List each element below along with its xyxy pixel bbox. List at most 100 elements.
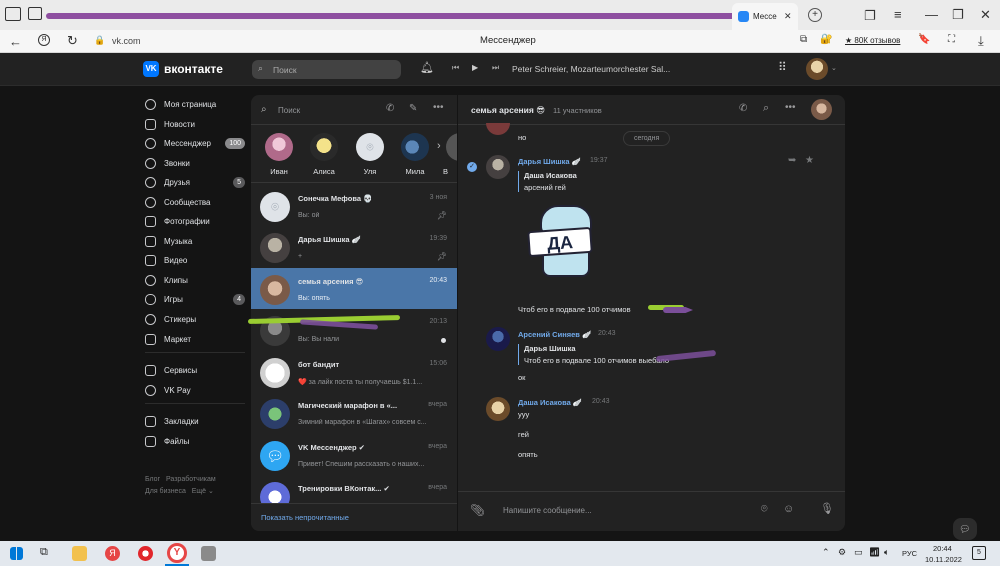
play-icon[interactable]: ▶ (472, 63, 478, 72)
message-author[interactable]: Даша Исакова 🪽 (518, 398, 582, 407)
compose-icon[interactable]: ✎ (409, 103, 417, 114)
notifications-bell-icon[interactable]: 🔔︎ (420, 61, 434, 74)
reply-quote[interactable]: Даша Исакова арсений гей (518, 171, 577, 192)
vk-logo-icon[interactable]: VK (143, 61, 159, 77)
nav-bookmarks[interactable]: Закладки (145, 412, 245, 430)
chat-title[interactable]: семья арсения 😎 (471, 105, 545, 116)
avatar[interactable] (486, 155, 510, 179)
yandex-icon[interactable]: Я (105, 546, 120, 561)
restore-icon[interactable]: ❐ (952, 8, 964, 21)
tray-chevron-icon[interactable]: ⌃ (822, 547, 830, 558)
reviews-link[interactable]: ★ 80К отзывов (845, 36, 900, 45)
nav-games[interactable]: Игры 4 (145, 290, 245, 308)
story-mila[interactable]: Мила (397, 133, 433, 176)
chat-row-bot-bandit[interactable]: бот бандит 15:06 ❤️ за лайк поста ты пол… (251, 351, 457, 392)
bookmark-page-icon[interactable]: 🔖 (918, 35, 930, 45)
show-unread-link[interactable]: Показать непрочитанные (261, 513, 349, 522)
avatar[interactable] (486, 397, 510, 421)
reply-quote[interactable]: Дарья Шишка Чтоб его в подвале 100 отчим… (518, 344, 669, 365)
next-track-icon[interactable]: ⏭ (492, 63, 499, 73)
other-tabs-strip[interactable] (46, 13, 736, 19)
header-search[interactable]: ⌕ Поиск (252, 60, 401, 79)
footer-blog-link[interactable]: Блог (145, 476, 160, 483)
microphone-icon[interactable]: 🎙︎ (820, 502, 834, 515)
nav-stickers[interactable]: Стикеры (145, 310, 245, 328)
chat-row-darya[interactable]: Дарья Шишка 🪽 19:39 + 📌︎ (251, 226, 457, 267)
chat-avatar[interactable] (811, 99, 832, 120)
new-tab-group-icon[interactable] (28, 7, 42, 20)
selected-check-icon[interactable]: ✓ (467, 162, 477, 172)
notification-center-icon[interactable]: 5 (972, 546, 986, 560)
nav-music[interactable]: Музыка (145, 232, 245, 250)
tray-app-icon[interactable]: ⚙ (838, 547, 846, 558)
more-icon[interactable]: ••• (785, 102, 796, 113)
menu-icon[interactable]: ≡ (894, 8, 902, 21)
chat-row-hidden[interactable]: 20:13 Вы: Вы нали (251, 309, 457, 350)
yandex-browser-icon[interactable]: Y (167, 543, 187, 563)
chat-row-marathon[interactable]: Магический марафон в «... вчера Зимний м… (251, 392, 457, 433)
star-icon[interactable]: ★ (805, 155, 814, 166)
message-input[interactable]: Напишите сообщение... (503, 506, 592, 515)
url-text[interactable]: vk.com (112, 36, 141, 46)
close-tab-icon[interactable]: ✕ (784, 11, 792, 22)
chat-row-vk-messenger[interactable]: 💬︎ VK Мессенджер ✔ вчера Привет! Спешим … (251, 434, 457, 475)
chevron-down-icon[interactable]: ⌄ (831, 64, 837, 72)
player-track-title[interactable]: Peter Schreier, Mozarteumorchester Sal..… (512, 64, 670, 74)
vk-logo-text[interactable]: вконтакте (164, 62, 223, 76)
nav-video[interactable]: Видео (145, 251, 245, 269)
nav-communities[interactable]: Сообщества (145, 193, 245, 211)
search-icon[interactable]: ⌕ (763, 102, 769, 115)
reply-icon[interactable]: ➥ (788, 155, 796, 166)
call-icon[interactable]: ✆ (739, 103, 747, 114)
nav-calls[interactable]: Звонки (145, 154, 245, 172)
nav-vkpay[interactable]: VK Pay (145, 381, 245, 399)
bookmarks-icon[interactable]: ❐ (864, 9, 876, 22)
camera-icon[interactable]: ⌾ (761, 503, 768, 516)
nav-friends[interactable]: Друзья 5 (145, 173, 245, 191)
stories-scroll-right-icon[interactable]: › (437, 140, 441, 152)
file-explorer-icon[interactable] (72, 546, 87, 561)
story-v[interactable]: В (443, 133, 457, 176)
collections-icon[interactable]: ⛶ (948, 35, 955, 45)
nav-clips[interactable]: Клипы (145, 271, 245, 289)
nav-services[interactable]: Сервисы (145, 361, 245, 379)
app-icon[interactable] (201, 546, 216, 561)
volume-icon[interactable]: 🔈︎ (884, 547, 889, 558)
footer-developers-link[interactable]: Разработчикам (166, 476, 216, 483)
minimize-icon[interactable]: — (925, 8, 938, 21)
tabs-sync-icon[interactable]: ⧉ (800, 35, 807, 45)
story-ulya[interactable]: ⌾ Уля (352, 133, 388, 176)
story-ivan[interactable]: Иван (261, 133, 297, 176)
clock-time[interactable]: 20:44 (933, 544, 952, 553)
message-author[interactable]: Дарья Шишка 🪽 (518, 157, 581, 166)
chat-members-count[interactable]: 11 участников (553, 106, 602, 115)
sticker-cat[interactable]: ДА (522, 201, 610, 281)
more-icon[interactable]: ••• (433, 102, 444, 113)
nav-photos[interactable]: Фотографии (145, 212, 245, 230)
footer-more-link[interactable]: Ещё ⌄ (192, 488, 214, 495)
opera-icon[interactable] (138, 546, 153, 561)
apps-grid-icon[interactable]: ⠿ (778, 60, 787, 74)
nav-my-page[interactable]: Моя страница (145, 95, 245, 113)
close-window-icon[interactable]: ✕ (980, 8, 991, 21)
network-icon[interactable]: 📶︎ (869, 547, 880, 558)
chat-row-semya-arseniya[interactable]: семья арсения 😎 20:43 Вы: опять (251, 268, 457, 309)
active-tab[interactable]: Мессе ✕ (732, 3, 798, 30)
clock-date[interactable]: 10.11.2022 (925, 555, 962, 564)
footer-business-link[interactable]: Для бизнеса (145, 488, 186, 495)
nav-files[interactable]: Файлы (145, 432, 245, 450)
nav-messenger[interactable]: Мессенджер 100 (145, 134, 245, 152)
prev-track-icon[interactable]: ⏮ (452, 63, 459, 73)
floating-chat-button[interactable]: 💬︎ (953, 518, 977, 540)
nav-market[interactable]: Маркет (145, 330, 245, 348)
tabs-panel-icon[interactable] (5, 7, 21, 21)
user-avatar[interactable] (806, 58, 828, 80)
chatlist-search-input[interactable]: Поиск (278, 106, 300, 115)
input-language[interactable]: РУС (902, 549, 917, 558)
yandex-protect-icon[interactable]: Я (38, 34, 50, 46)
back-icon[interactable]: ← (9, 35, 22, 48)
new-tab-button[interactable]: + (808, 8, 822, 22)
new-call-icon[interactable]: ✆ (386, 103, 394, 114)
reload-icon[interactable]: ↻ (67, 34, 78, 47)
windows-start-icon[interactable] (10, 547, 23, 560)
